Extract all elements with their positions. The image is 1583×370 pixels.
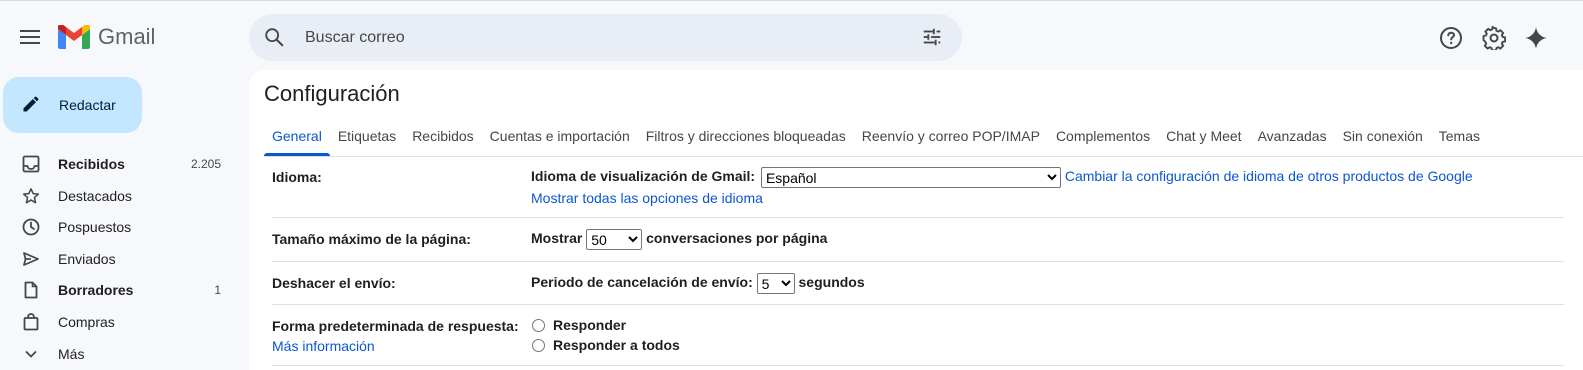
pencil-icon [21, 94, 41, 119]
settings-row-language: Idioma: Idioma de visualización de Gmail… [272, 157, 1564, 218]
sidebar-item-label: Compras [58, 313, 115, 330]
page-size-prefix: Mostrar [531, 230, 583, 247]
search-bar [249, 14, 962, 61]
show-all-languages-link[interactable]: Mostrar todas las opciones de idioma [531, 190, 763, 206]
chevron-down-icon [22, 345, 40, 363]
settings-tabs: General Etiquetas Recibidos Cuentas e im… [264, 123, 1488, 156]
compose-button[interactable]: Redactar [3, 77, 142, 133]
gmail-m-icon [58, 25, 90, 49]
page-size-setting: Mostrar 50 conversaciones por página [531, 229, 827, 250]
reply-option-reply[interactable]: Responder [531, 315, 680, 335]
language-label: Idioma: [272, 169, 322, 185]
page-size-select[interactable]: 50 [586, 229, 643, 250]
reply-all-radio[interactable] [532, 338, 545, 352]
sidebar-item-more[interactable]: Más [0, 338, 240, 370]
undo-send-prefix: Periodo de cancelación de envío: [531, 274, 753, 291]
app-name: Gmail [98, 24, 156, 49]
help-icon[interactable] [1438, 25, 1464, 51]
undo-send-suffix: segundos [798, 274, 865, 291]
undo-send-label: Deshacer el envío: [272, 275, 396, 291]
compose-label: Redactar [59, 97, 116, 113]
sidebar-item-label: Borradores [58, 282, 134, 299]
menu-icon[interactable] [14, 21, 46, 53]
header: Gmail [0, 6, 1583, 70]
search-icon[interactable] [263, 26, 285, 53]
sparkle-icon[interactable] [1523, 25, 1549, 51]
tab-general[interactable]: General [264, 123, 330, 156]
reply-option-reply-all[interactable]: Responder a todos [531, 335, 680, 355]
tab-addons[interactable]: Complementos [1048, 123, 1158, 156]
tab-accounts[interactable]: Cuentas e importación [482, 123, 638, 156]
gmail-logo[interactable]: Gmail [58, 24, 155, 50]
clock-icon [22, 218, 40, 236]
sidebar-item-label: Más [58, 345, 85, 362]
tab-themes[interactable]: Temas [1431, 123, 1488, 156]
star-icon [22, 187, 40, 205]
reply-options: Responder Responder a todos [531, 315, 680, 355]
draft-icon [22, 281, 40, 299]
sidebar-item-label: Destacados [58, 187, 132, 204]
reply-label: Forma predeterminada de respuesta: [272, 318, 519, 334]
sidebar-item-starred[interactable]: Destacados [0, 180, 240, 212]
page-size-suffix: conversaciones por página [646, 230, 828, 247]
reply-more-info-link[interactable]: Más información [272, 338, 375, 354]
sidebar-item-label: Enviados [58, 250, 116, 267]
tab-forwarding[interactable]: Reenvío y correo POP/IMAP [854, 123, 1048, 156]
change-language-link[interactable]: Cambiar la configuración de idioma de ot… [1065, 168, 1473, 184]
shopping-bag-icon [22, 313, 40, 331]
sidebar-item-count: 2.205 [190, 157, 221, 171]
tab-advanced[interactable]: Avanzadas [1250, 123, 1335, 156]
page-title: Configuración [264, 81, 400, 106]
reply-all-option-label: Responder a todos [553, 337, 680, 353]
tab-offline[interactable]: Sin conexión [1335, 123, 1431, 156]
top-border [0, 0, 1583, 1]
tune-icon[interactable] [921, 26, 943, 53]
language-field-label: Idioma de visualización de Gmail: [531, 168, 756, 185]
tab-labels[interactable]: Etiquetas [330, 123, 404, 156]
sidebar-item-label: Pospuestos [58, 219, 132, 236]
gear-icon[interactable] [1481, 25, 1507, 51]
settings-panel: Configuración General Etiquetas Recibido… [249, 70, 1583, 370]
sidebar-item-inbox[interactable]: Recibidos 2.205 [0, 148, 240, 180]
sidebar-item-label: Recibidos [58, 156, 125, 172]
tab-chat-meet[interactable]: Chat y Meet [1158, 123, 1249, 156]
language-setting: Idioma de visualización de Gmail: Españo… [531, 167, 1473, 188]
reply-option-label: Responder [553, 317, 627, 333]
tab-filters[interactable]: Filtros y direcciones bloqueadas [638, 123, 854, 156]
sidebar-item-purchases[interactable]: Compras [0, 306, 240, 338]
tab-inbox[interactable]: Recibidos [404, 123, 481, 156]
sidebar-item-count: 1 [214, 283, 221, 298]
search-input[interactable] [303, 24, 907, 52]
sidebar-item-drafts[interactable]: Borradores 1 [0, 274, 240, 306]
send-icon [22, 250, 40, 268]
sidebar-nav: Recibidos 2.205 Destacados Pospuestos En… [0, 148, 240, 369]
reply-radio[interactable] [532, 318, 545, 332]
sidebar-item-snoozed[interactable]: Pospuestos [0, 211, 240, 243]
page-size-label: Tamaño máximo de la página: [272, 231, 471, 247]
inbox-icon [22, 155, 40, 173]
undo-send-setting: Periodo de cancelación de envío: 5 segun… [531, 273, 865, 294]
settings-row-undo-send: Deshacer el envío: Periodo de cancelació… [272, 262, 1564, 305]
settings-row-reply: Forma predeterminada de respuesta: Más i… [272, 305, 1564, 366]
settings-row-page-size: Tamaño máximo de la página: Mostrar 50 c… [272, 218, 1564, 262]
language-select[interactable]: Español [760, 167, 1061, 188]
undo-send-select[interactable]: 5 [756, 273, 795, 294]
sidebar-item-sent[interactable]: Enviados [0, 243, 240, 275]
